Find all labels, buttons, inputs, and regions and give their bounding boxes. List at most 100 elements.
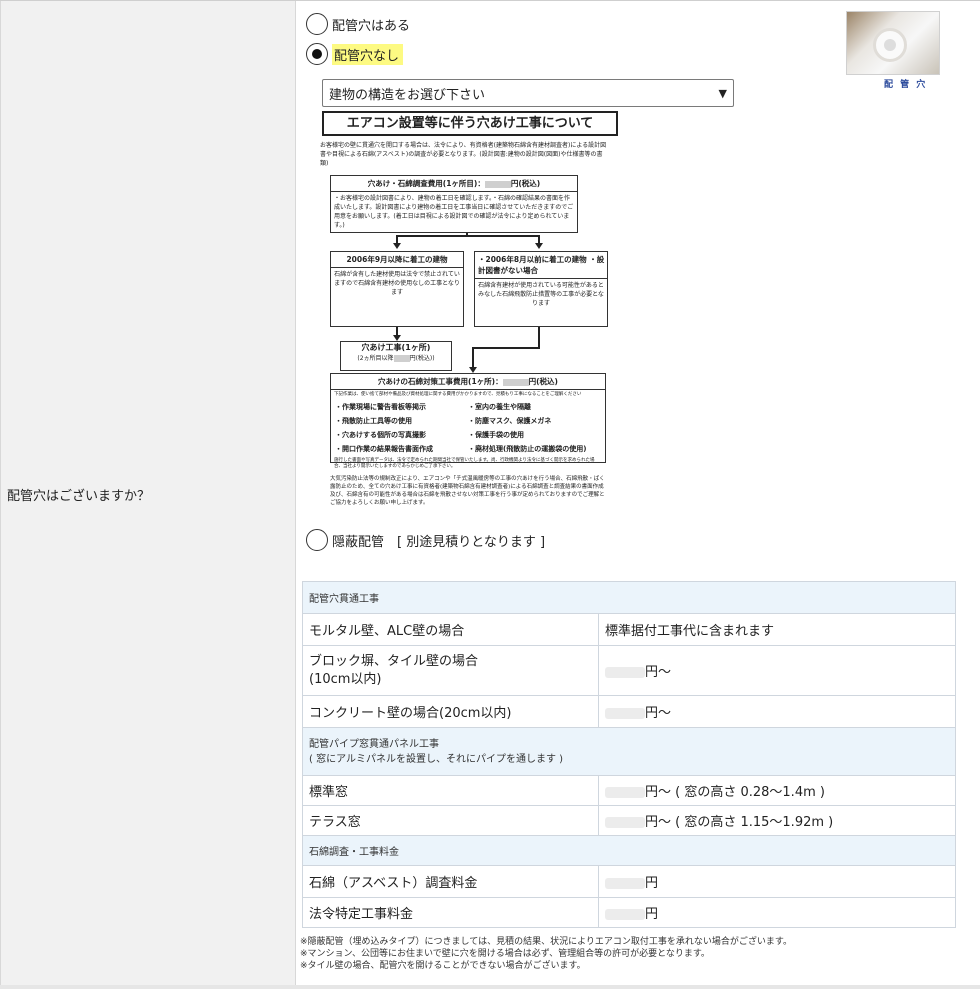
- connector-line: [538, 327, 540, 349]
- arrow-down-icon: [535, 243, 543, 249]
- row-value: 円～ ( 窓の高さ 1.15～1.92m ): [598, 805, 956, 836]
- price-suffix: 円～: [645, 706, 672, 721]
- survey-head: 穴あけ・石綿調査費用(1ヶ所目)：: [367, 179, 485, 188]
- connector-line: [472, 347, 540, 349]
- price-suffix: 円: [645, 907, 659, 922]
- radio-label: 配管穴なし: [332, 43, 404, 65]
- row-value: 円～: [598, 695, 956, 728]
- table-row: ブロック塀、タイル壁の場合 (10cm以内) 円～: [302, 645, 956, 696]
- measure-item: ・穴あけする個所の写真撮影: [335, 431, 426, 439]
- table-row: 法令特定工事料金 円: [302, 897, 956, 928]
- section-title: 配管パイプ窓貫通パネル工事: [309, 738, 439, 750]
- radio-circle-icon[interactable]: [306, 529, 328, 551]
- row-value: 円: [598, 865, 956, 898]
- redacted-price: [605, 909, 645, 920]
- measure-item: ・保護手袋の使用: [468, 431, 524, 439]
- question-label: 配管穴はございますか？: [7, 489, 151, 504]
- measure-item: ・作業現場に警告看板等掲示: [335, 403, 426, 411]
- section-header: 石綿調査・工事料金: [302, 835, 956, 866]
- measure-item: ・開口作業の結果報告書面作成: [335, 445, 433, 453]
- table-row: 石綿（アスベスト）調査料金 円: [302, 865, 956, 898]
- measure-head: 穴あけの石綿対策工事費用(1ヶ所)：: [378, 377, 503, 386]
- row-value: 円～ ( 窓の高さ 0.28～1.4m ): [598, 775, 956, 806]
- answer-column: 配管穴はある 配管穴なし 配 管 穴 建物の構造をお選び下さい ▼ エアコン設置…: [296, 1, 980, 989]
- arrow-down-icon: [393, 243, 401, 249]
- price-suffix: 円: [645, 876, 659, 891]
- select-value: 建物の構造をお選び下さい: [329, 87, 486, 103]
- hole-sub: (2ヵ所目以降: [357, 355, 394, 362]
- post-2006-box: 2006年9月以降に着工の建物 石綿が含有した建材使用は法令で禁止されていますの…: [330, 251, 464, 327]
- connector-line: [396, 235, 398, 243]
- row-divider: [0, 985, 980, 989]
- pre-2006-box: ・2006年8月以前に着工の建物 ・設計図書がない場合 石綿含有建材が使用されて…: [474, 251, 608, 327]
- redacted-price: [605, 817, 645, 828]
- connector-line: [466, 233, 468, 237]
- section-header-row: 配管パイプ窓貫通パネル工事 ( 窓にアルミパネルを設置し、それにパイプを通します…: [302, 727, 956, 776]
- chevron-down-icon: ▼: [718, 86, 727, 100]
- price-suffix: 円～: [645, 665, 672, 680]
- pipe-hole-photo: [846, 11, 940, 75]
- post-2006-body: 石綿が含有した建材使用は法令で禁止されていますので石綿含有建材の使用なしの工事と…: [334, 271, 460, 296]
- pipe-hole-price-table: 配管穴貫通工事 モルタル壁、ALC壁の場合 標準据付工事代に含まれます ブロック…: [302, 581, 956, 928]
- row-value: 円～: [598, 645, 956, 696]
- row-label: 石綿（アスベスト）調査料金: [302, 865, 599, 898]
- connector-line: [396, 327, 398, 335]
- measure-unit: 円(税込): [528, 377, 558, 386]
- row-label: 標準窓: [302, 775, 599, 806]
- measure-item: ・飛散防止工具等の使用: [335, 417, 412, 425]
- measure-item: ・廃材処理(飛散防止の運搬袋の使用): [468, 445, 587, 453]
- redacted-price: [605, 787, 645, 798]
- survey-body: ・お客様宅の設計図書により、建物の着工日を確認します。・石綿の確認結果の書面を作…: [334, 195, 574, 229]
- hole-unit: 円(税込)): [409, 355, 435, 362]
- section-subtitle: ( 窓にアルミパネルを設置し、それにパイプを通します ): [309, 753, 564, 765]
- table-row: 標準窓 円～ ( 窓の高さ 0.28～1.4m ): [302, 775, 956, 806]
- price-suffix: 円～ ( 窓の高さ 0.28～1.4m ): [645, 785, 825, 800]
- note-line: ※タイル壁の場合、配管穴を開けることができない場合がございます。: [300, 961, 586, 971]
- connector-line: [538, 235, 540, 243]
- hole-head: 穴あけ工事(1ヶ所): [361, 343, 431, 352]
- radio-label: 隠蔽配管 [ 別途見積りとなります ]: [332, 534, 546, 550]
- radio-no-pipe-hole[interactable]: 配管穴なし: [306, 43, 404, 65]
- radio-circle-icon[interactable]: [306, 13, 328, 35]
- form-row: 配管穴はございますか？ 配管穴はある 配管穴なし 配 管 穴 建物の構造をお選び…: [0, 0, 980, 989]
- measure-note: 下記作業は、使い捨て部材や備品及び資材処理に関する費用がかかりますので、見積もり…: [334, 392, 582, 397]
- price-suffix: 円～ ( 窓の高さ 1.15～1.92m ): [645, 815, 834, 830]
- row-label: モルタル壁、ALC壁の場合: [302, 613, 599, 646]
- note-line: ※隠蔽配管（埋め込みタイプ）につきましては、見積の結果、状況によりエアコン取付工…: [300, 937, 793, 947]
- redacted-price: [484, 180, 511, 188]
- label-column: 配管穴はございますか？: [0, 1, 296, 989]
- table-row: コンクリート壁の場合(20cm以内) 円～: [302, 695, 956, 728]
- redacted-price: [605, 878, 645, 889]
- asbestos-measure-box: 穴あけの石綿対策工事費用(1ヶ所)： 円(税込) 下記作業は、使い捨て部材や備品及…: [330, 373, 606, 469]
- photo-caption: 配 管 穴: [884, 80, 928, 90]
- radio-selected-icon[interactable]: [306, 43, 328, 65]
- pre-2006-body: 石綿含有建材が使用されている可能性があるとみなした石綿飛散防止措置等の工事が必要…: [478, 282, 604, 307]
- redacted-price: [393, 355, 410, 362]
- row-label: 法令特定工事料金: [302, 897, 599, 928]
- redacted-price: [605, 708, 645, 719]
- radio-label: 配管穴はある: [332, 18, 411, 34]
- pre-2006-head: ・2006年8月以前に着工の建物 ・設計図書がない場合: [475, 252, 607, 279]
- row-value: 標準据付工事代に含まれます: [598, 613, 956, 646]
- flyer-bottom-note: 大気汚染防止法等の規制改正により、エアコンや「チ式温風暖房等の工事の穴あけを行う…: [330, 476, 605, 506]
- radio-pipe-hole-exists[interactable]: 配管穴はある: [306, 13, 410, 35]
- section-header: 配管穴貫通工事: [302, 581, 956, 614]
- row-label-line: (10cm以内): [309, 671, 382, 687]
- row-label: ブロック塀、タイル壁の場合 (10cm以内): [302, 645, 599, 696]
- note-line: ※マンション、公団等にお住まいで壁に穴を開ける場合は必ず、管理組合等の許可が必要…: [300, 949, 710, 959]
- hole-work-box: 穴あけ工事(1ヶ所) (2ヵ所目以降 円(税込)): [340, 341, 452, 371]
- redacted-price: [605, 667, 645, 678]
- building-structure-select[interactable]: 建物の構造をお選び下さい ▼: [322, 79, 734, 107]
- pipe-icon: [873, 28, 907, 62]
- measure-item: ・室内の養生や隔離: [468, 403, 531, 411]
- table-row: テラス窓 円～ ( 窓の高さ 1.15～1.92m ): [302, 805, 956, 836]
- radio-concealed-piping[interactable]: 隠蔽配管 [ 別途見積りとなります ]: [306, 529, 545, 551]
- row-label: テラス窓: [302, 805, 599, 836]
- row-label-line: ブロック塀、タイル壁の場合: [309, 653, 479, 669]
- flyer-title: エアコン設置等に伴う穴あけ工事について: [322, 111, 618, 136]
- redacted-price: [502, 378, 529, 386]
- connector-line: [472, 347, 474, 367]
- table-row: モルタル壁、ALC壁の場合 標準据付工事代に含まれます: [302, 613, 956, 646]
- flyer-intro: お客様宅の壁に貫通穴を開口する場合は、法令により、有資格者(建築物石綿含有建材調…: [320, 142, 607, 167]
- measure-item: ・防塵マスク、保護メガネ: [468, 417, 552, 425]
